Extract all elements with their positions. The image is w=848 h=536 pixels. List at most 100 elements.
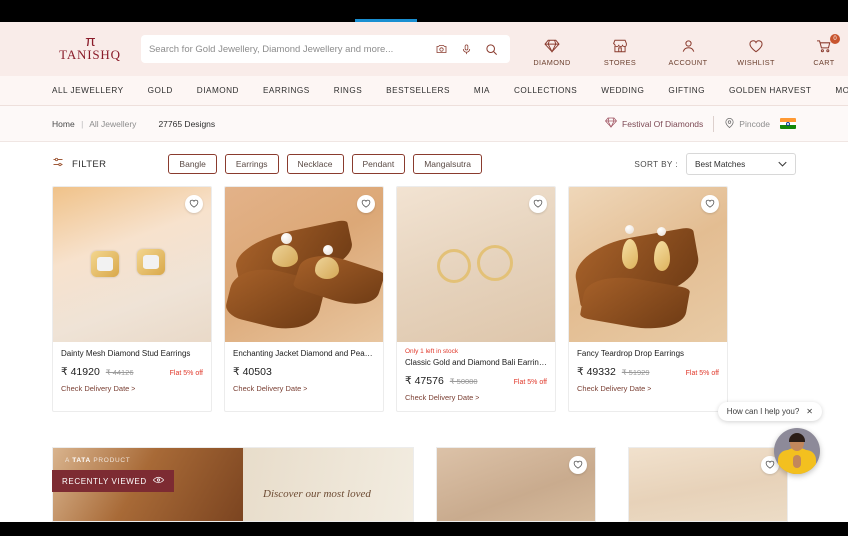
search-bar[interactable]	[140, 35, 510, 63]
heart-outline-icon	[361, 195, 371, 213]
nav-item-diamond[interactable]: DIAMOND	[197, 86, 239, 95]
recently-viewed-label: RECENTLY VIEWED	[62, 476, 147, 486]
breadcrumb-current: All Jewellery	[89, 118, 137, 129]
product-card[interactable]	[436, 447, 596, 522]
heart-outline-icon	[573, 456, 583, 474]
product-name: Classic Gold and Diamond Bali Earrings	[405, 358, 547, 367]
browser-top-bar	[0, 0, 848, 22]
product-offer: Flat 5% off	[169, 370, 203, 377]
chip-pendant[interactable]: Pendant	[351, 154, 406, 174]
pincode-selector[interactable]: Pincode	[724, 117, 770, 131]
product-name: Dainty Mesh Diamond Stud Earrings	[61, 349, 191, 358]
chip-bangle[interactable]: Bangle	[168, 154, 217, 174]
tata-brand: TATA	[72, 457, 91, 464]
search-icon[interactable]	[485, 43, 498, 56]
designs-count: 27765 Designs	[158, 118, 216, 129]
diamond-icon	[544, 36, 560, 56]
nav-item-gifting[interactable]: GIFTING	[668, 86, 705, 95]
product-image	[629, 448, 787, 521]
nav-item-gold[interactable]: GOLD	[148, 86, 173, 95]
nav-item-wedding[interactable]: WEDDING	[601, 86, 644, 95]
check-delivery-label: Check Delivery Date	[405, 393, 474, 402]
product-card[interactable]: Only 1 left in stock Classic Gold and Di…	[396, 186, 556, 412]
product-image	[53, 187, 211, 342]
account-icon	[681, 36, 696, 56]
product-card[interactable]: Fancy Teardrop Drop Earrings ₹ 49332 ₹ 5…	[568, 186, 728, 412]
location-pin-icon	[724, 117, 735, 131]
tata-suffix: PRODUCT	[90, 457, 131, 464]
nav-item-earrings[interactable]: EARRINGS	[263, 86, 310, 95]
chip-mangalsutra[interactable]: Mangalsutra	[413, 154, 482, 174]
assistant-avatar-icon[interactable]	[774, 428, 820, 474]
site-header: π TANISHQ Search for Gold Jewellery, Dia…	[0, 22, 848, 76]
chip-earrings[interactable]: Earrings	[224, 154, 279, 174]
camera-icon[interactable]	[435, 43, 448, 55]
tanishq-logo[interactable]: π TANISHQ	[45, 32, 135, 63]
header-action-diamond[interactable]: DIAMOND	[528, 36, 576, 67]
product-price: ₹ 49332	[577, 366, 616, 378]
wishlist-button[interactable]	[185, 195, 203, 213]
product-mrp: ₹ 51929	[621, 368, 650, 377]
product-name: Enchanting Jacket Diamond and Pearl ...	[233, 349, 375, 358]
check-delivery-label: Check Delivery Date	[577, 384, 646, 393]
breadcrumb-home[interactable]: Home	[52, 119, 75, 129]
product-card[interactable]	[628, 447, 788, 522]
microphone-icon[interactable]	[461, 43, 472, 56]
stock-note: Only 1 left in stock	[405, 348, 459, 355]
chevron-right-icon: >	[473, 395, 480, 402]
header-action-account[interactable]: ACCOUNT	[664, 36, 712, 67]
wishlist-button[interactable]	[529, 195, 547, 213]
chat-prompt-bubble[interactable]: How can I help you? ✕	[717, 402, 822, 421]
heart-outline-icon	[705, 195, 715, 213]
chevron-down-icon	[778, 159, 787, 169]
product-price: ₹ 40503	[233, 366, 272, 378]
recently-viewed-tab[interactable]: RECENTLY VIEWED	[52, 470, 174, 492]
product-card[interactable]: Dainty Mesh Diamond Stud Earrings ₹ 4192…	[52, 186, 212, 412]
chip-necklace[interactable]: Necklace	[286, 154, 344, 174]
check-delivery-link[interactable]: Check Delivery Date >	[405, 393, 547, 402]
header-action-label: STORES	[603, 57, 637, 67]
sort-select[interactable]: Best Matches	[686, 153, 796, 175]
logo-mark-icon: π	[85, 32, 95, 50]
divider	[713, 115, 715, 132]
nav-item-more[interactable]: MORE	[835, 86, 848, 95]
india-flag-icon[interactable]	[780, 118, 796, 129]
nav-item-golden-harvest[interactable]: GOLDEN HARVEST	[729, 86, 811, 95]
cart-count-badge: 0	[830, 33, 840, 44]
wishlist-button[interactable]	[701, 195, 719, 213]
product-mrp: ₹ 50080	[449, 377, 478, 386]
nav-item-mia[interactable]: MIA	[474, 86, 490, 95]
product-image	[437, 448, 595, 521]
header-action-cart[interactable]: 0 CART	[800, 33, 848, 67]
chevron-right-icon: >	[645, 386, 652, 393]
header-action-wishlist[interactable]: WISHLIST	[732, 36, 780, 67]
heart-outline-icon	[533, 195, 543, 213]
filter-button[interactable]: FILTER	[52, 155, 106, 173]
diamond-icon	[605, 117, 618, 130]
nav-item-collections[interactable]: COLLECTIONS	[514, 86, 577, 95]
wishlist-button[interactable]	[569, 456, 587, 474]
search-input[interactable]	[148, 43, 435, 55]
product-image	[397, 187, 555, 342]
main-navigation: ALL JEWELLERY GOLD DIAMOND EARRINGS RING…	[0, 76, 848, 106]
category-chips: Bangle Earrings Necklace Pendant Mangals…	[168, 154, 482, 174]
check-delivery-link[interactable]: Check Delivery Date >	[233, 384, 375, 393]
nav-item-all-jewellery[interactable]: ALL JEWELLERY	[52, 86, 124, 95]
product-image	[225, 187, 383, 342]
header-action-label: DIAMOND	[533, 57, 571, 67]
logo-text: TANISHQ	[59, 46, 121, 62]
wishlist-button[interactable]	[357, 195, 375, 213]
nav-item-bestsellers[interactable]: BESTSELLERS	[386, 86, 450, 95]
check-delivery-link[interactable]: Check Delivery Date >	[61, 384, 203, 393]
close-icon[interactable]: ✕	[806, 407, 813, 416]
product-card[interactable]: Enchanting Jacket Diamond and Pearl ... …	[224, 186, 384, 412]
festival-of-diamonds-link[interactable]: Festival Of Diamonds	[605, 117, 703, 130]
chevron-right-icon: >	[129, 386, 136, 393]
header-actions: DIAMOND STORES ACCOUNT WISHLIST 0 CART	[528, 32, 848, 67]
header-action-stores[interactable]: STORES	[596, 36, 644, 67]
browser-bottom-bar	[0, 522, 848, 536]
nav-item-rings[interactable]: RINGS	[334, 86, 362, 95]
check-delivery-link[interactable]: Check Delivery Date >	[577, 384, 719, 393]
check-delivery-label: Check Delivery Date	[61, 384, 130, 393]
breadcrumb: Home | All Jewellery	[52, 119, 136, 129]
